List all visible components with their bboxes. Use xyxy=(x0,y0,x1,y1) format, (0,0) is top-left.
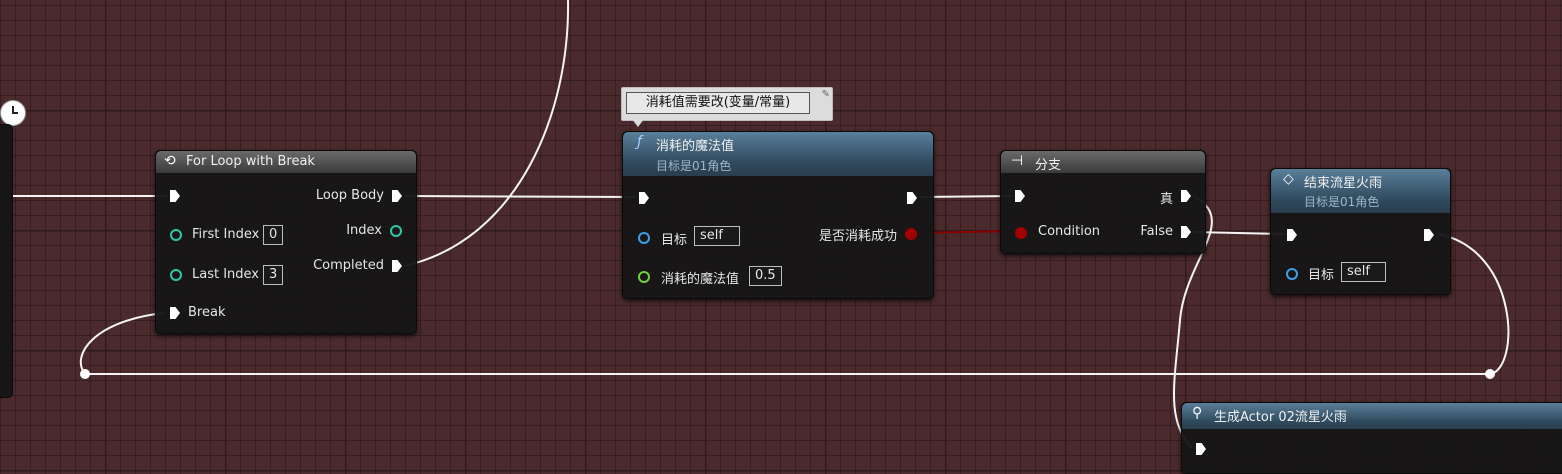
end-target-pin[interactable] xyxy=(1286,268,1298,280)
index-output-pin[interactable] xyxy=(390,225,402,237)
consume-node-subtitle: 目标是01角色 xyxy=(656,159,732,173)
end-exec-out-pin[interactable] xyxy=(1424,229,1434,241)
spawn-actor-icon: ⚲ xyxy=(1192,405,1203,421)
spawn-node-header[interactable]: ⚲ 生成Actor 02流星火雨 xyxy=(1182,403,1562,429)
comment-pointer xyxy=(632,119,644,127)
branch-exec-in-pin[interactable] xyxy=(1015,190,1025,202)
true-label: 真 xyxy=(1159,192,1173,207)
spawn-actor-node[interactable]: ⚲ 生成Actor 02流星火雨 xyxy=(1181,402,1562,474)
index-label: Index xyxy=(346,223,382,238)
break-exec-pin[interactable] xyxy=(170,307,180,319)
loop-body-exec-pin[interactable] xyxy=(392,190,402,202)
spawn-exec-in-pin[interactable] xyxy=(1196,443,1206,455)
break-label: Break xyxy=(188,305,226,320)
branch-icon: ⊣ xyxy=(1011,153,1024,169)
branch-node[interactable]: ⊣ 分支 Condition 真 False xyxy=(1000,150,1206,254)
true-exec-pin[interactable] xyxy=(1181,190,1191,202)
last-index-pin[interactable] xyxy=(170,269,182,281)
completed-label: Completed xyxy=(313,258,384,273)
loop-icon: ⟲ xyxy=(164,153,176,169)
consume-target-input[interactable]: self xyxy=(694,226,740,246)
condition-label: Condition xyxy=(1038,224,1101,239)
exec-wire-completed xyxy=(403,0,570,267)
consume-amount-label: 消耗的魔法值 xyxy=(661,272,740,287)
consume-amount-pin[interactable] xyxy=(638,271,650,283)
end-node-title: 结束流星火雨 xyxy=(1304,176,1383,191)
consume-amount-input[interactable]: 0.5 xyxy=(749,266,782,286)
event-diamond-icon: ◇ xyxy=(1283,171,1294,187)
end-exec-in-pin[interactable] xyxy=(1287,229,1297,241)
completed-exec-pin[interactable] xyxy=(392,260,402,272)
consume-exec-in-pin[interactable] xyxy=(639,192,649,204)
for-loop-header[interactable]: ⟲ For Loop with Break xyxy=(156,151,416,173)
branch-title: 分支 xyxy=(1035,158,1062,173)
offscreen-node-edge xyxy=(0,124,13,398)
node-comment-bubble[interactable]: 消耗值需要改(变量/常量) ✎ xyxy=(621,87,833,127)
function-icon: ƒ xyxy=(637,134,642,150)
end-target-input[interactable]: self xyxy=(1341,262,1386,282)
first-index-label: First Index xyxy=(192,227,260,242)
last-index-label: Last Index xyxy=(192,267,259,282)
clock-hands xyxy=(12,106,18,114)
pin-icon[interactable]: ✎ xyxy=(822,89,830,100)
exec-wire-loop-body xyxy=(403,195,637,198)
consume-success-label: 是否消耗成功 xyxy=(818,229,897,244)
end-node-subtitle: 目标是01角色 xyxy=(1304,195,1380,209)
spawn-node-title: 生成Actor 02流星火雨 xyxy=(1214,410,1347,425)
first-index-pin[interactable] xyxy=(170,229,182,241)
reroute-knot-right xyxy=(1485,369,1495,379)
exec-wire-break xyxy=(79,312,166,375)
last-index-input[interactable]: 3 xyxy=(263,265,284,285)
false-label: False xyxy=(1140,224,1173,239)
condition-pin[interactable] xyxy=(1015,227,1027,239)
end-meteor-shower-node[interactable]: ◇ 结束流星火雨 目标是01角色 目标 self xyxy=(1270,168,1451,295)
consume-node-title: 消耗的魔法值 xyxy=(656,139,735,154)
reroute-knot-left xyxy=(80,369,90,379)
false-exec-pin[interactable] xyxy=(1181,226,1191,238)
loop-body-label: Loop Body xyxy=(315,188,384,203)
end-target-label: 目标 xyxy=(1308,268,1335,283)
timeline-clock-icon xyxy=(0,100,26,126)
branch-header[interactable]: ⊣ 分支 xyxy=(1001,151,1205,173)
for-loop-title: For Loop with Break xyxy=(186,154,315,169)
consume-exec-out-pin[interactable] xyxy=(907,192,917,204)
consume-target-label: 目标 xyxy=(661,233,688,248)
consume-mana-function-node[interactable]: ƒ 消耗的魔法值 目标是01角色 目标 self 是否消耗成功 消耗的魔法值 0… xyxy=(622,131,934,299)
consume-target-pin[interactable] xyxy=(638,232,650,244)
for-loop-exec-in-pin[interactable] xyxy=(170,190,180,202)
for-loop-with-break-node[interactable]: ⟲ For Loop with Break First Index 0 Last… xyxy=(155,150,417,334)
first-index-input[interactable]: 0 xyxy=(263,225,284,245)
consume-node-header[interactable]: ƒ 消耗的魔法值 目标是01角色 xyxy=(623,132,933,176)
consume-success-pin[interactable] xyxy=(905,228,917,240)
end-node-header[interactable]: ◇ 结束流星火雨 目标是01角色 xyxy=(1271,169,1450,213)
comment-text[interactable]: 消耗值需要改(变量/常量) xyxy=(626,92,810,114)
